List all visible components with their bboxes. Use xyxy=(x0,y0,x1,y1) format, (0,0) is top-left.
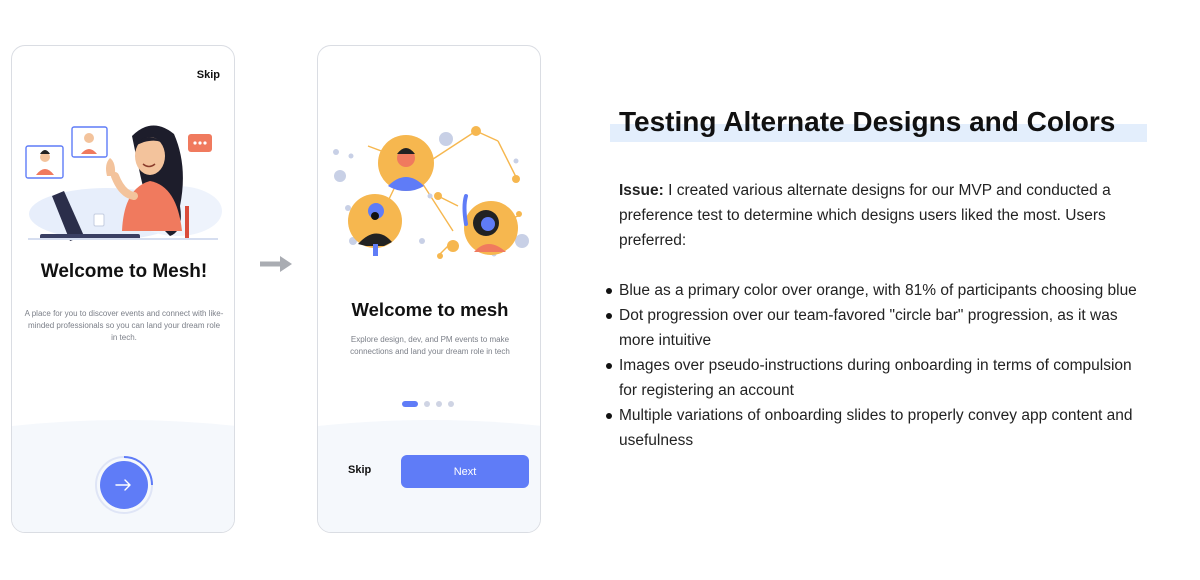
pagination-dot[interactable] xyxy=(424,401,430,407)
issue-text: I created various alternate designs for … xyxy=(619,182,1111,249)
issue-label: Issue: xyxy=(619,182,664,199)
welcome-title: Welcome to mesh xyxy=(351,299,509,320)
welcome-description: Explore design, dev, and PM events to ma… xyxy=(350,335,510,356)
skip-button[interactable]: Skip xyxy=(348,464,371,476)
section-heading-wrap: Testing Alternate Designs and Colors xyxy=(610,104,1147,142)
next-progress-ring xyxy=(94,455,154,515)
pagination-dot[interactable] xyxy=(436,401,442,407)
onboarding-screen-2: Welcome to mesh Explore design, dev, and… xyxy=(317,45,541,533)
findings-list: Blue as a primary color over orange, wit… xyxy=(606,278,1146,453)
network-illustration xyxy=(333,126,529,259)
finding-item: Multiple variations of onboarding slides… xyxy=(606,403,1146,453)
section-heading: Testing Alternate Designs and Colors xyxy=(619,106,1116,137)
arrow-right-icon xyxy=(115,479,131,491)
issue-paragraph: Issue: I created various alternate desig… xyxy=(619,178,1139,253)
next-circle-button[interactable] xyxy=(100,461,148,509)
welcome-description: A place for you to discover events and c… xyxy=(24,309,224,342)
pagination-dot-active[interactable] xyxy=(402,401,418,407)
pagination-dot[interactable] xyxy=(448,401,454,407)
video-call-illustration xyxy=(25,125,222,241)
welcome-title: Welcome to Mesh! xyxy=(40,261,208,282)
onboarding-screen-1: Skip Welcome to Mesh! A place for you to… xyxy=(11,45,235,533)
finding-item: Images over pseudo-instructions during o… xyxy=(606,353,1146,403)
finding-item: Blue as a primary color over orange, wit… xyxy=(606,278,1146,303)
arrow-right-icon xyxy=(260,256,292,272)
finding-item: Dot progression over our team-favored "c… xyxy=(606,303,1146,353)
pagination-dots xyxy=(402,401,454,407)
next-button[interactable]: Next xyxy=(401,455,529,488)
